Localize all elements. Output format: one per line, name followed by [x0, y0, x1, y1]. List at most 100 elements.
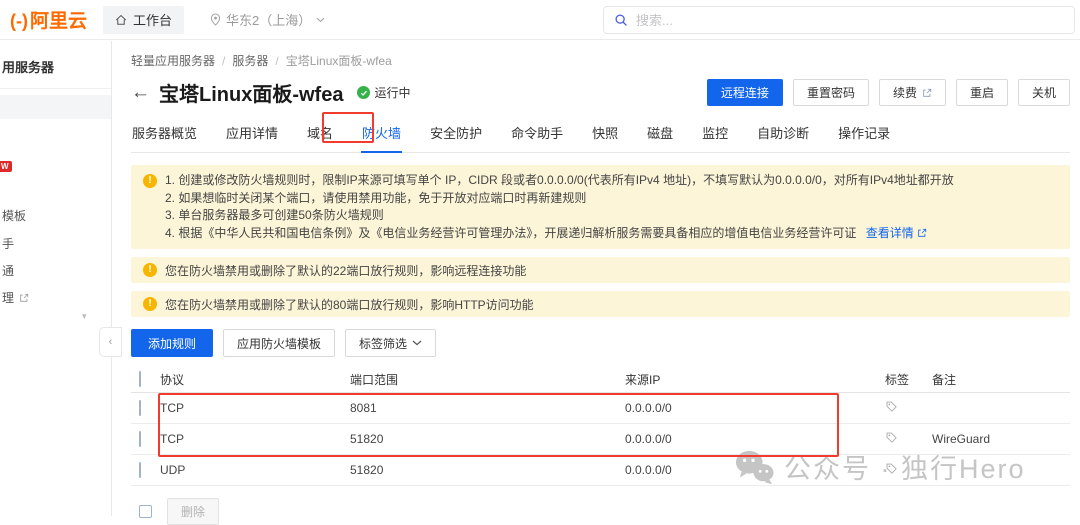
tag-filter-dropdown[interactable]: 标签筛选 — [345, 329, 436, 357]
chevron-down-icon — [316, 17, 325, 23]
back-arrow-icon[interactable]: ← — [131, 83, 150, 102]
sidebar-collapse-chevron-icon[interactable]: ▾ — [82, 311, 87, 322]
col-note: 备注 — [932, 371, 1070, 388]
sidebar-item[interactable]: 手 — [2, 235, 14, 252]
tab-bar: 服务器概览 应用详情 域名 防火墙 安全防护 命令助手 快照 磁盘 监控 自助诊… — [131, 120, 1070, 153]
row-checkbox[interactable] — [139, 400, 141, 416]
tab-self-diagnosis[interactable]: 自助诊断 — [756, 120, 810, 152]
breadcrumb-separator: / — [222, 54, 225, 68]
sidebar-item[interactable]: 通 — [2, 262, 14, 279]
rule-port-range: 8081 — [350, 401, 625, 415]
table-row: TCP 51820 0.0.0.0/0 WireGuard — [131, 424, 1070, 455]
home-icon — [115, 14, 127, 26]
add-rule-label: 添加规则 — [148, 335, 196, 352]
notice-line: 3. 单台服务器最多可创建50条防火墙规则 — [165, 207, 1058, 225]
tag-filter-label: 标签筛选 — [359, 335, 407, 352]
firewall-rules-notice: ! 1. 创建或修改防火墙规则时，限制IP来源可填写单个 IP，CIDR 段或者… — [131, 165, 1070, 249]
tab-security[interactable]: 安全防护 — [429, 120, 483, 152]
table-row: TCP 8081 0.0.0.0/0 — [131, 393, 1070, 424]
notice-line: 2. 如果想临时关闭某个端口，请使用禁用功能，免于开放对应端口时再新建规则 — [165, 190, 1058, 208]
sidebar-item-selected[interactable] — [0, 95, 111, 119]
rule-note: WireGuard — [932, 432, 1070, 446]
renew-button[interactable]: 续费 — [879, 79, 946, 106]
apply-template-label: 应用防火墙模板 — [237, 335, 321, 352]
tab-disk[interactable]: 磁盘 — [646, 120, 674, 152]
tag-icon[interactable] — [885, 462, 898, 475]
rule-protocol: TCP — [160, 432, 350, 446]
region-selector[interactable]: 华东2（上海） — [210, 10, 325, 29]
notice-line-text: 4. 根据《中华人民共和国电信条例》及《电信业务经营许可管理办法》，开展递归解析… — [165, 226, 856, 240]
remote-connect-label: 远程连接 — [721, 84, 769, 101]
workbench-button[interactable]: 工作台 — [103, 6, 184, 34]
global-search[interactable] — [603, 6, 1075, 34]
view-details-label: 查看详情 — [866, 225, 914, 243]
sidebar-item[interactable]: 模板 — [2, 207, 26, 224]
sidebar-collapse-handle[interactable]: ‹ — [99, 327, 122, 357]
rule-protocol: TCP — [160, 401, 350, 415]
breadcrumb-separator: / — [275, 54, 278, 68]
tab-monitor[interactable]: 监控 — [701, 120, 729, 152]
firewall-rules-table: 协议 端口范围 来源IP 标签 备注 TCP 8081 0.0.0.0/0 TC… — [131, 366, 1070, 486]
tab-operation-log[interactable]: 操作记录 — [837, 120, 891, 152]
rule-port-range: 51820 — [350, 432, 625, 446]
add-rule-button[interactable]: 添加规则 — [131, 329, 213, 357]
rule-source-ip: 0.0.0.0/0 — [625, 432, 885, 446]
sidebar: 用服务器 W 模板 手 通 理 ▾ — [0, 41, 112, 516]
delete-button[interactable]: 删除 — [167, 498, 219, 525]
sidebar-item[interactable]: 理 — [2, 289, 29, 306]
shutdown-button[interactable]: 关机 — [1018, 79, 1070, 106]
col-port-range: 端口范围 — [350, 371, 625, 388]
tab-app-details[interactable]: 应用详情 — [225, 120, 279, 152]
tab-snapshot[interactable]: 快照 — [591, 120, 619, 152]
external-link-icon — [922, 88, 932, 98]
restart-label: 重启 — [970, 84, 994, 101]
tab-server-overview[interactable]: 服务器概览 — [131, 120, 198, 152]
warning-icon: ! — [143, 297, 157, 311]
view-details-link[interactable]: 查看详情 — [866, 225, 927, 243]
chevron-down-icon — [412, 340, 422, 346]
table-footer: 删除 — [131, 498, 1070, 525]
warning-icon: ! — [143, 263, 157, 277]
collapse-left-icon: ‹ — [109, 336, 113, 348]
renew-label: 续费 — [893, 84, 917, 101]
row-checkbox[interactable] — [139, 462, 141, 478]
aliyun-logo-mark: (-) — [10, 11, 28, 32]
reset-password-button[interactable]: 重置密码 — [793, 79, 869, 106]
status-check-icon — [357, 86, 370, 99]
search-input[interactable] — [636, 13, 1064, 28]
aliyun-logo[interactable]: (-) 阿里云 — [10, 6, 87, 33]
sidebar-item-label: 理 — [2, 289, 14, 306]
tag-icon[interactable] — [885, 431, 898, 444]
delete-label: 删除 — [181, 503, 205, 520]
restart-button[interactable]: 重启 — [956, 79, 1008, 106]
breadcrumb-item[interactable]: 轻量应用服务器 — [131, 52, 215, 69]
warning-icon: ! — [143, 174, 157, 188]
status-label: 运行中 — [374, 84, 410, 101]
breadcrumb-item-current: 宝塔Linux面板-wfea — [286, 52, 392, 69]
breadcrumb-item[interactable]: 服务器 — [232, 52, 268, 69]
col-protocol: 协议 — [160, 371, 350, 388]
tab-command-assistant[interactable]: 命令助手 — [510, 120, 564, 152]
main-content: 轻量应用服务器 / 服务器 / 宝塔Linux面板-wfea ← 宝塔Linux… — [113, 41, 1080, 516]
tab-domain[interactable]: 域名 — [306, 120, 334, 152]
sidebar-item-label: 手 — [2, 235, 14, 252]
topbar: (-) 阿里云 工作台 华东2（上海） — [0, 0, 1080, 40]
new-badge: W — [0, 161, 12, 172]
status-badge: 运行中 — [357, 84, 410, 101]
remote-connect-button[interactable]: 远程连接 — [707, 79, 783, 106]
shutdown-label: 关机 — [1032, 84, 1056, 101]
port-22-warning-text: 您在防火墙禁用或删除了默认的22端口放行规则，影响远程连接功能 — [165, 262, 526, 279]
tag-icon[interactable] — [885, 400, 898, 413]
footer-select-checkbox[interactable] — [139, 505, 152, 518]
tab-firewall[interactable]: 防火墙 — [361, 120, 402, 153]
rule-port-range: 51820 — [350, 463, 625, 477]
external-link-icon — [19, 293, 29, 303]
select-all-checkbox[interactable] — [139, 371, 141, 387]
row-checkbox[interactable] — [139, 431, 141, 447]
notice-line: 4. 根据《中华人民共和国电信条例》及《电信业务经营许可管理办法》，开展递归解析… — [165, 225, 1058, 243]
port-22-warning: ! 您在防火墙禁用或删除了默认的22端口放行规则，影响远程连接功能 — [131, 257, 1070, 283]
apply-firewall-template-button[interactable]: 应用防火墙模板 — [223, 329, 335, 357]
sidebar-item-label: 模板 — [2, 207, 26, 224]
table-row: UDP 51820 0.0.0.0/0 — [131, 455, 1070, 486]
workbench-label: 工作台 — [133, 10, 172, 29]
